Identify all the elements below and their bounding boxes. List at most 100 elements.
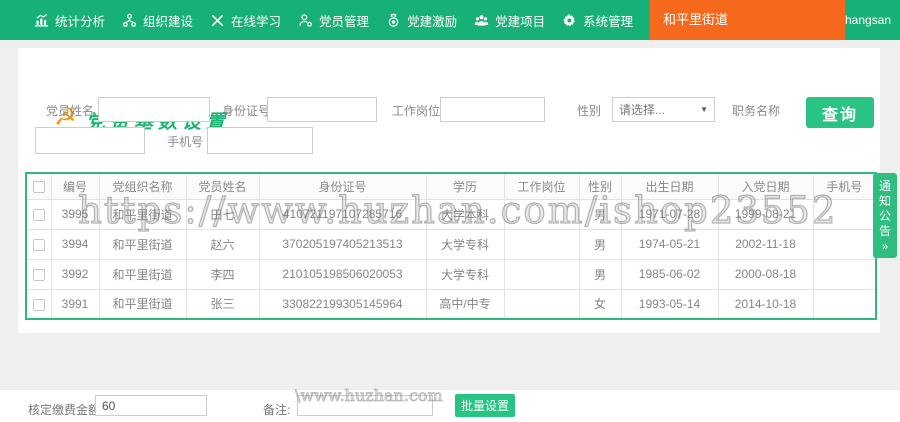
nav-item-label: 党建激励: [407, 11, 457, 30]
member-name-input[interactable]: [98, 97, 210, 122]
remark-label: 备注:: [263, 401, 290, 418]
cell-education: 大学本科: [426, 199, 504, 229]
nav-item-label: 系统管理: [583, 11, 633, 30]
content-panel: ☭ 党费基数设置 党员姓名 身份证号 工作岗位 性别 请选择... ▼ 职务名称…: [18, 48, 880, 333]
user-gear-icon: [298, 13, 313, 28]
table-row: 3991和平里街道张三330822199305145964高中/中专女1993-…: [26, 289, 876, 319]
cell-gender: 男: [579, 259, 621, 289]
idcard-input[interactable]: [267, 97, 377, 122]
nav-item-label: 党员管理: [319, 11, 369, 30]
cell-job: [504, 259, 579, 289]
row-checkbox[interactable]: [33, 209, 45, 221]
bar-chart-icon: [34, 13, 49, 28]
table-row: 3992和平里街道李四210105198506020053大学专科男1985-0…: [26, 259, 876, 289]
row-select-cell: [26, 289, 51, 319]
cell-gender: 男: [579, 199, 621, 229]
cell-name: 张三: [186, 289, 259, 319]
cell-join_date: 2000-08-18: [718, 259, 813, 289]
cell-phone: [813, 259, 876, 289]
column-header: 入党日期: [718, 173, 813, 199]
amount-input[interactable]: [95, 395, 207, 416]
job-label: 工作岗位: [392, 102, 440, 119]
table-body: 3995和平里街道田七410721197107285716大学本科男1971-0…: [26, 199, 876, 319]
cell-gender: 女: [579, 289, 621, 319]
cell-birth_date: 1985-06-02: [621, 259, 718, 289]
column-header: 身份证号: [259, 173, 426, 199]
notice-tab[interactable]: 通知公告 »: [873, 173, 897, 258]
cell-gender: 男: [579, 229, 621, 259]
table-header-row: 编号党组织名称党员姓名身份证号学历工作岗位性别出生日期入党日期手机号: [26, 173, 876, 199]
amount-label: 核定缴费金额:: [28, 401, 103, 418]
nav-item-incentive[interactable]: 党建激励: [386, 11, 457, 30]
nav-item-label: 在线学习: [231, 11, 281, 30]
batch-set-button[interactable]: 批量设置: [455, 394, 515, 417]
cell-education: 大学专科: [426, 259, 504, 289]
nav-item-members[interactable]: 党员管理: [298, 11, 369, 30]
nav-item-label: 党建项目: [495, 11, 545, 30]
cell-phone: [813, 229, 876, 259]
row-select-cell: [26, 259, 51, 289]
gender-select-value: 请选择...: [619, 101, 665, 118]
org-chart-icon: [122, 13, 137, 28]
nav-item-stats[interactable]: 统计分析: [34, 11, 105, 30]
cell-join_date: 2014-10-18: [718, 289, 813, 319]
gender-select[interactable]: 请选择... ▼: [612, 97, 715, 122]
column-header: 工作岗位: [504, 173, 579, 199]
column-header: 手机号: [813, 173, 876, 199]
cell-org: 和平里街道: [99, 229, 186, 259]
table-row: 3994和平里街道赵六370205197405213513大学专科男1974-0…: [26, 229, 876, 259]
cell-birth_date: 1993-05-14: [621, 289, 718, 319]
cell-id_card: 330822199305145964: [259, 289, 426, 319]
cell-num: 3995: [51, 199, 99, 229]
column-header: 党组织名称: [99, 173, 186, 199]
select-all-checkbox[interactable]: [33, 181, 45, 193]
cell-id_card: 210105198506020053: [259, 259, 426, 289]
cell-join_date: 2002-11-18: [718, 229, 813, 259]
cell-org: 和平里街道: [99, 199, 186, 229]
nav-item-study[interactable]: 在线学习: [210, 11, 281, 30]
nav-item-label: 组织建设: [143, 11, 193, 30]
cell-job: [504, 199, 579, 229]
row-select-cell: [26, 229, 51, 259]
column-header: 编号: [51, 173, 99, 199]
phone-input[interactable]: [207, 127, 313, 154]
cell-name: 李四: [186, 259, 259, 289]
phone-label: 手机号: [167, 133, 203, 150]
team-icon: [474, 13, 489, 28]
gear-icon: [562, 13, 577, 28]
duty-input[interactable]: [35, 127, 145, 154]
org-badge[interactable]: 和平里街道: [650, 0, 845, 40]
cell-join_date: 1999-08-21: [718, 199, 813, 229]
row-checkbox[interactable]: [33, 299, 45, 311]
top-nav: 统计分析 组织建设 在线学习 党员管理 党建激励 党建项目 系统管理 和平里街道 hangs…: [0, 0, 900, 40]
cell-num: 3991: [51, 289, 99, 319]
nav-item-system[interactable]: 系统管理: [562, 11, 633, 30]
column-header: 党员姓名: [186, 173, 259, 199]
cell-name: 田七: [186, 199, 259, 229]
row-checkbox[interactable]: [33, 269, 45, 281]
members-table: 编号党组织名称党员姓名身份证号学历工作岗位性别出生日期入党日期手机号 3995和…: [25, 172, 877, 320]
chevron-down-icon: ▼: [700, 105, 708, 114]
nav-item-org[interactable]: 组织建设: [122, 11, 193, 30]
cell-num: 3994: [51, 229, 99, 259]
select-all-cell: [26, 173, 51, 199]
notice-tab-label: 通知公告: [878, 173, 892, 239]
remark-input[interactable]: [297, 395, 433, 416]
cell-name: 赵六: [186, 229, 259, 259]
row-checkbox[interactable]: [33, 239, 45, 251]
cell-birth_date: 1974-05-21: [621, 229, 718, 259]
member-name-label: 党员姓名: [46, 102, 94, 119]
footer-bar: 核定缴费金额: 备注: 批量设置: [0, 390, 900, 422]
cell-job: [504, 229, 579, 259]
username[interactable]: hangsan: [845, 0, 891, 40]
search-button[interactable]: 查询: [806, 97, 874, 128]
cell-num: 3992: [51, 259, 99, 289]
chevron-right-icon: »: [873, 241, 897, 253]
cell-birth_date: 1971-07-28: [621, 199, 718, 229]
column-header: 学历: [426, 173, 504, 199]
cell-phone: [813, 289, 876, 319]
table-row: 3995和平里街道田七410721197107285716大学本科 男1971-0…: [26, 199, 876, 229]
job-input[interactable]: [440, 97, 545, 122]
nav-item-projects[interactable]: 党建项目: [474, 11, 545, 30]
cell-id_card: 410721197107285716: [259, 199, 426, 229]
